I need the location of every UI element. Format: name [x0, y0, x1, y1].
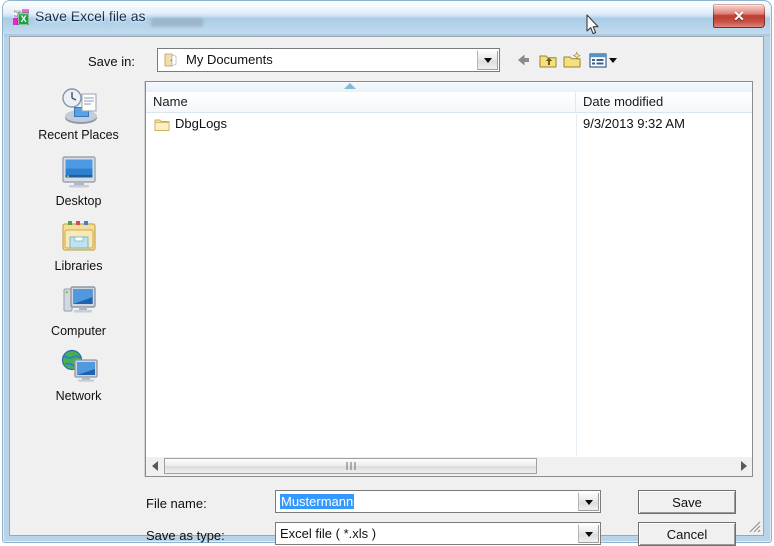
title-ghost-text [151, 18, 203, 27]
scroll-left-button[interactable] [146, 457, 163, 475]
column-header-label: Name [153, 94, 188, 109]
title-bar[interactable]: PDF to X Save Excel file as ✕ [3, 1, 770, 34]
arrow-right-icon [740, 461, 747, 471]
resize-grip-icon[interactable] [748, 520, 761, 533]
column-header-date-modified[interactable]: Date modified [576, 92, 752, 113]
place-item-computer[interactable]: Computer [12, 281, 145, 338]
file-name-value: Mustermann [280, 494, 355, 509]
libraries-icon [61, 221, 96, 251]
chevron-down-icon [484, 58, 492, 63]
date-modified-cell: 9/3/2013 9:32 AM [583, 116, 685, 131]
scrollbar-grip-icon [346, 462, 355, 470]
file-name-label: File name: [146, 496, 207, 511]
column-header-label: Date modified [583, 94, 664, 109]
close-icon: ✕ [733, 7, 745, 24]
file-name-field[interactable]: Mustermann [275, 490, 601, 513]
place-label: Network [55, 389, 102, 403]
horizontal-scrollbar[interactable] [145, 457, 753, 477]
place-label: Computer [51, 324, 106, 338]
file-name-dropdown-button[interactable] [578, 492, 599, 511]
back-button[interactable] [512, 49, 534, 71]
scroll-right-button[interactable] [735, 457, 752, 475]
window-title: Save Excel file as [35, 8, 146, 24]
up-folder-icon[interactable] [537, 49, 559, 71]
cancel-button[interactable]: Cancel [638, 522, 736, 546]
folder-icon [154, 119, 170, 131]
places-bar: Recent Places Desktop Libraries Computer… [12, 81, 145, 477]
close-button[interactable]: ✕ [713, 4, 765, 28]
place-item-network[interactable]: Network [12, 346, 145, 403]
save-in-dropdown-button[interactable] [477, 50, 498, 70]
network-icon [61, 349, 98, 382]
save-in-value: My Documents [186, 52, 273, 67]
place-item-libraries[interactable]: Libraries [12, 216, 145, 273]
column-header-name[interactable]: Name [146, 92, 576, 113]
chevron-down-icon [585, 499, 593, 505]
desktop-icon [61, 156, 96, 188]
computer-icon [63, 286, 96, 313]
file-name-cell: DbgLogs [175, 116, 228, 131]
place-item-recent-places[interactable]: Recent Places [12, 85, 145, 142]
new-folder-icon[interactable] [562, 49, 584, 71]
save-as-type-dropdown-button[interactable] [578, 524, 599, 543]
place-item-desktop[interactable]: Desktop [12, 151, 145, 208]
file-list[interactable]: Name Date modified DbgLogs 9/3/2013 9:32… [145, 81, 753, 477]
svg-text:PDF: PDF [14, 9, 23, 14]
save-button[interactable]: Save [638, 490, 736, 514]
save-in-label: Save in: [88, 54, 135, 69]
table-row[interactable]: DbgLogs 9/3/2013 9:32 AM [146, 114, 752, 136]
dialog-client-area: Save in: My Documents Recent Places Desk… [9, 36, 764, 546]
column-divider [576, 114, 577, 456]
chevron-down-icon [585, 531, 593, 537]
views-button[interactable] [588, 49, 618, 71]
folder-open-icon [164, 53, 177, 67]
place-label: Recent Places [38, 128, 119, 142]
sort-ascending-icon [344, 83, 356, 89]
save-as-type-label: Save as type: [146, 528, 225, 543]
save-as-type-value: Excel file ( *.xls ) [280, 526, 377, 541]
save-file-dialog-window: PDF to X Save Excel file as ✕ Save in: M… [0, 0, 774, 546]
pdf-to-excel-icon: PDF to X [13, 9, 29, 25]
arrow-left-icon [151, 461, 158, 471]
place-label: Libraries [54, 259, 103, 273]
scrollbar-thumb[interactable] [164, 458, 537, 474]
save-in-combobox[interactable]: My Documents [157, 48, 500, 72]
svg-text:X: X [21, 14, 27, 24]
recent-places-icon [61, 88, 97, 124]
save-as-type-field[interactable]: Excel file ( *.xls ) [275, 522, 601, 545]
place-label: Desktop [55, 194, 102, 208]
